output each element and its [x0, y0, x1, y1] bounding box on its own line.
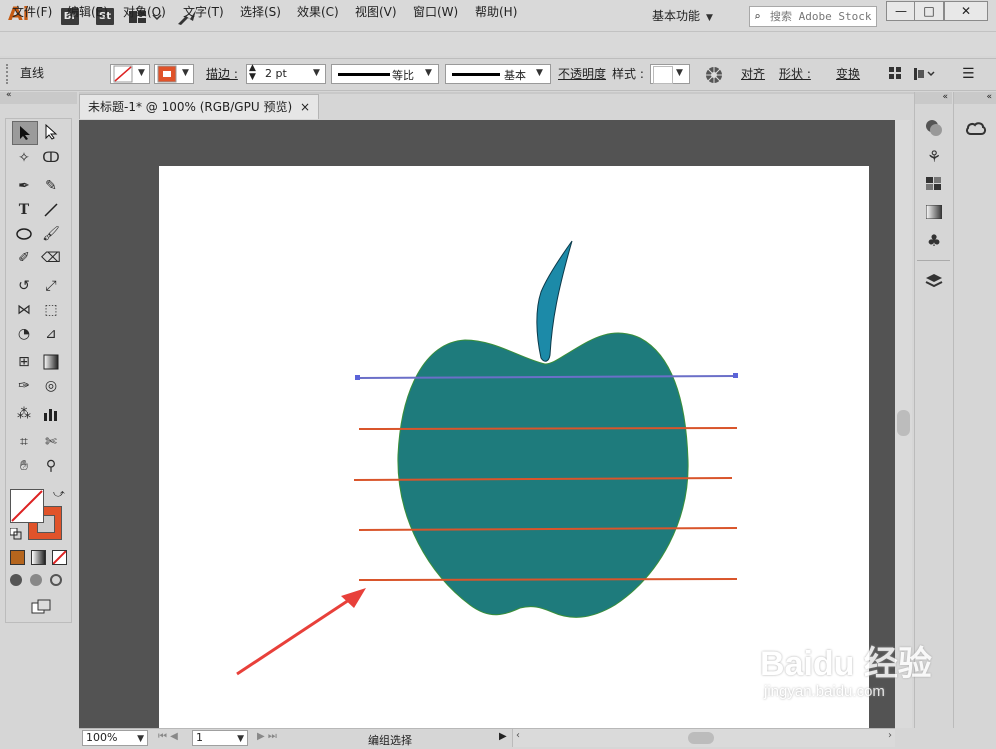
expand-panels-2-icon[interactable]: «	[954, 92, 996, 104]
anchor-point-right[interactable]	[733, 373, 738, 378]
expand-panels-icon[interactable]: «	[915, 92, 952, 104]
apple-stem[interactable]	[536, 240, 573, 362]
symbols-panel-icon[interactable]: ♣	[915, 226, 953, 254]
dock-panel-1: « ⚘ ♣	[914, 92, 952, 728]
horizontal-scroll-thumb[interactable]	[688, 732, 714, 744]
zoom-level-select[interactable]: 100% ▼	[82, 730, 148, 746]
status-text: 编组选择	[368, 734, 412, 747]
layers-panel-icon[interactable]	[915, 267, 953, 295]
swatches-panel-icon[interactable]	[915, 170, 953, 198]
dock-panel-2: «	[953, 92, 996, 728]
color-guide-icon[interactable]: ⚘	[915, 142, 953, 170]
next-last-artboard-icon[interactable]: ▶ ⏭	[257, 731, 287, 745]
artboard-number-select[interactable]: 1 ▼	[192, 730, 248, 746]
baidu-watermark: Baidu 经验 jingyan.baidu.com	[760, 645, 932, 700]
selected-line[interactable]	[357, 375, 737, 379]
vertical-scroll-thumb[interactable]	[897, 410, 910, 436]
artwork-layer	[236, 240, 738, 676]
orange-line-1[interactable]	[358, 427, 738, 430]
annotation-arrow-shaft	[236, 596, 353, 676]
first-prev-artboard-icon[interactable]: ⏮ ◀	[158, 731, 188, 745]
status-menu-arrow-icon[interactable]: ▶	[499, 731, 507, 742]
creative-cloud-libraries-icon[interactable]	[954, 114, 996, 142]
anchor-point-left[interactable]	[355, 375, 360, 380]
color-panel-icon[interactable]	[915, 114, 953, 142]
gradient-panel-icon[interactable]	[915, 198, 953, 226]
annotation-arrow-head	[341, 588, 366, 608]
orange-line-4[interactable]	[358, 578, 738, 581]
